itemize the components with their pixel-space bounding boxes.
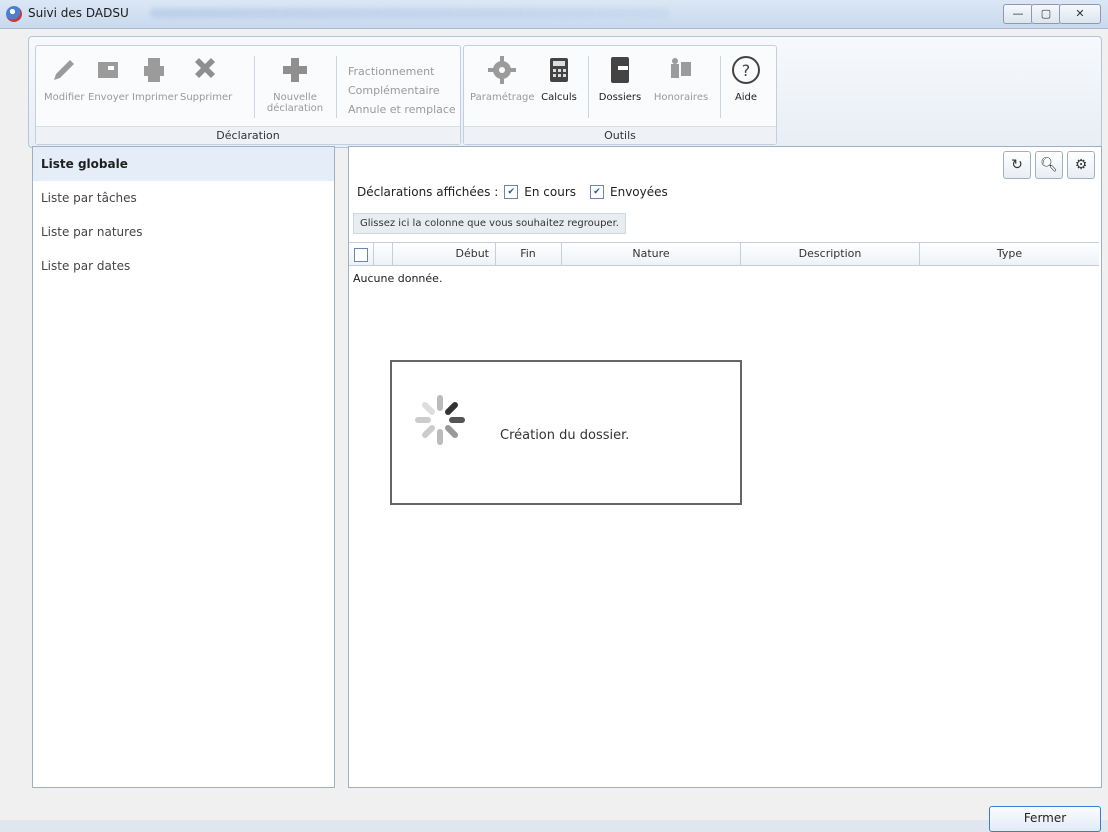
column-header-fin[interactable]: Fin xyxy=(495,243,562,265)
send-icon xyxy=(98,62,118,78)
en-cours-label: En cours xyxy=(524,185,577,199)
left-nav-panel: Liste globale Liste par tâches Liste par… xyxy=(32,146,335,788)
ribbon-group-outils: Paramétrage Calculs Dossiers Honoraires … xyxy=(463,45,777,145)
plus-icon xyxy=(283,58,307,82)
envoyees-checkbox[interactable]: ✔ xyxy=(590,185,605,199)
annule-remplace-link[interactable]: Annule et remplace xyxy=(348,100,456,119)
ribbon-separator xyxy=(720,56,721,118)
spinner-icon xyxy=(415,395,465,445)
en-cours-checkbox[interactable]: ✔ xyxy=(504,185,519,199)
ribbon-separator xyxy=(254,56,255,118)
pencil-icon xyxy=(54,60,74,80)
dossiers-button[interactable]: Dossiers xyxy=(594,54,646,103)
honoraires-label: Honoraires xyxy=(653,92,709,103)
ribbon-separator xyxy=(336,56,337,118)
delete-icon xyxy=(195,58,215,78)
group-by-drop-zone[interactable]: Glissez ici la colonne que vous souhaite… xyxy=(353,213,626,234)
delete-button[interactable]: Supprimer xyxy=(180,54,233,103)
refresh-button[interactable]: ↻ xyxy=(1003,151,1031,179)
column-header-description[interactable]: Description xyxy=(741,243,920,265)
help-button[interactable]: ? Aide xyxy=(726,54,766,103)
app-icon xyxy=(6,6,22,22)
fermer-button[interactable]: Fermer xyxy=(989,806,1101,832)
send-button[interactable]: Envoyer xyxy=(88,54,129,103)
filters-label: Déclarations affichées : xyxy=(357,185,499,199)
print-label: Imprimer xyxy=(132,92,178,103)
ribbon: Modifier Envoyer Imprimer Supprimer Nouv… xyxy=(28,36,1102,148)
column-header-type[interactable]: Type xyxy=(920,243,1099,265)
loading-text: Création du dossier. xyxy=(500,428,630,443)
help-label: Aide xyxy=(734,92,758,103)
delete-label: Supprimer xyxy=(180,92,233,103)
blurred-menu-bar xyxy=(150,8,670,18)
nav-item-liste-taches[interactable]: Liste par tâches xyxy=(33,181,334,215)
ribbon-group-declaration: Modifier Envoyer Imprimer Supprimer Nouv… xyxy=(35,45,461,145)
dossiers-label: Dossiers xyxy=(598,92,642,103)
send-label: Envoyer xyxy=(88,92,129,103)
envoyees-label: Envoyées xyxy=(610,185,668,199)
column-spacer xyxy=(374,243,393,265)
new-declaration-button[interactable]: Nouvelle déclaration xyxy=(262,54,328,114)
printer-icon xyxy=(144,58,164,82)
modify-button[interactable]: Modifier xyxy=(44,54,84,103)
main-window: Suivi des DADSU — ▢ ✕ Modifier Envoyer I… xyxy=(0,0,1108,832)
panel-toolbar: ↻ 🔍︎ ⚙ xyxy=(1003,151,1095,179)
calculator-icon xyxy=(550,58,568,82)
select-all-checkbox[interactable] xyxy=(354,248,368,262)
print-button[interactable]: Imprimer xyxy=(132,54,178,103)
maximize-button[interactable]: ▢ xyxy=(1031,4,1061,24)
svg-text:?: ? xyxy=(742,61,751,80)
select-all-checkbox-cell xyxy=(349,243,374,265)
search-button[interactable]: 🔍︎ xyxy=(1035,151,1063,179)
settings-label: Paramétrage xyxy=(470,92,535,103)
nav-item-liste-natures[interactable]: Liste par natures xyxy=(33,215,334,249)
calculs-button[interactable]: Calculs xyxy=(536,54,582,103)
grid-header: Début Fin Nature Description Type xyxy=(349,242,1099,266)
new-declaration-label: Nouvelle déclaration xyxy=(266,92,324,114)
minimize-button[interactable]: — xyxy=(1003,4,1033,24)
calculs-label: Calculs xyxy=(541,92,577,103)
fees-icon xyxy=(671,58,691,78)
declaration-caption: Déclaration xyxy=(36,126,460,144)
options-button[interactable]: ⚙ xyxy=(1067,151,1095,179)
gear-icon: ⚙ xyxy=(1074,157,1088,173)
folder-icon xyxy=(611,57,629,83)
nav-item-liste-dates[interactable]: Liste par dates xyxy=(33,249,334,283)
column-header-nature[interactable]: Nature xyxy=(562,243,741,265)
filters-row: Déclarations affichées : ✔ En cours ✔ En… xyxy=(357,185,668,199)
column-header-debut[interactable]: Début xyxy=(393,243,496,265)
gear-icon xyxy=(488,56,516,84)
empty-grid-message: Aucune donnée. xyxy=(353,272,443,285)
declaration-links: Fractionnement Complémentaire Annule et … xyxy=(348,62,456,119)
loading-dialog: Création du dossier. xyxy=(390,360,742,505)
refresh-icon: ↻ xyxy=(1011,157,1023,173)
nav-item-liste-globale[interactable]: Liste globale xyxy=(33,147,334,181)
window-title: Suivi des DADSU xyxy=(28,6,129,20)
ribbon-separator xyxy=(588,56,589,118)
settings-button[interactable]: Paramétrage xyxy=(470,54,535,103)
help-icon: ? xyxy=(732,56,760,84)
title-bar: Suivi des DADSU — ▢ ✕ xyxy=(0,0,1108,29)
honoraires-button[interactable]: Honoraires xyxy=(650,54,712,103)
fractionnement-link[interactable]: Fractionnement xyxy=(348,62,456,81)
search-icon: 🔍︎ xyxy=(1040,157,1058,173)
outils-caption: Outils xyxy=(464,126,776,144)
modify-label: Modifier xyxy=(44,92,85,103)
close-window-button[interactable]: ✕ xyxy=(1059,4,1101,24)
complementaire-link[interactable]: Complémentaire xyxy=(348,81,456,100)
